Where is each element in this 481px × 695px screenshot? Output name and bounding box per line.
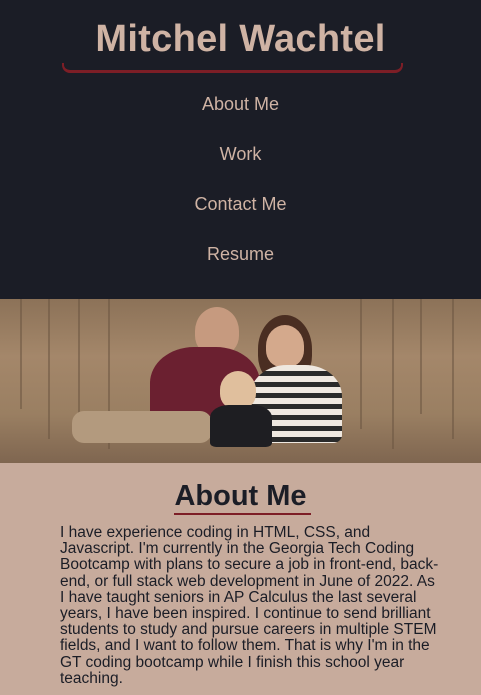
nav-link-contact-me[interactable]: Contact Me [0,192,481,242]
nav-link-resume[interactable]: Resume [0,242,481,292]
woman-face [266,325,304,367]
family-photo [0,299,481,463]
about-section: About Me I have experience coding in HTM… [0,463,481,695]
child-body [210,405,272,447]
site-header: Mitchel Wachtel About Me Work Contact Me… [0,0,481,299]
about-heading: About Me [174,480,307,512]
about-body: I have experience coding in HTML, CSS, a… [60,524,439,687]
main-nav: About Me Work Contact Me Resume [0,92,481,292]
nav-link-about-me[interactable]: About Me [0,92,481,142]
nav-link-work[interactable]: Work [0,142,481,192]
about-underline [174,513,311,515]
child-head [220,371,256,409]
title-underline [62,63,403,73]
site-title: Mitchel Wachtel [95,18,386,60]
legs [72,411,212,443]
